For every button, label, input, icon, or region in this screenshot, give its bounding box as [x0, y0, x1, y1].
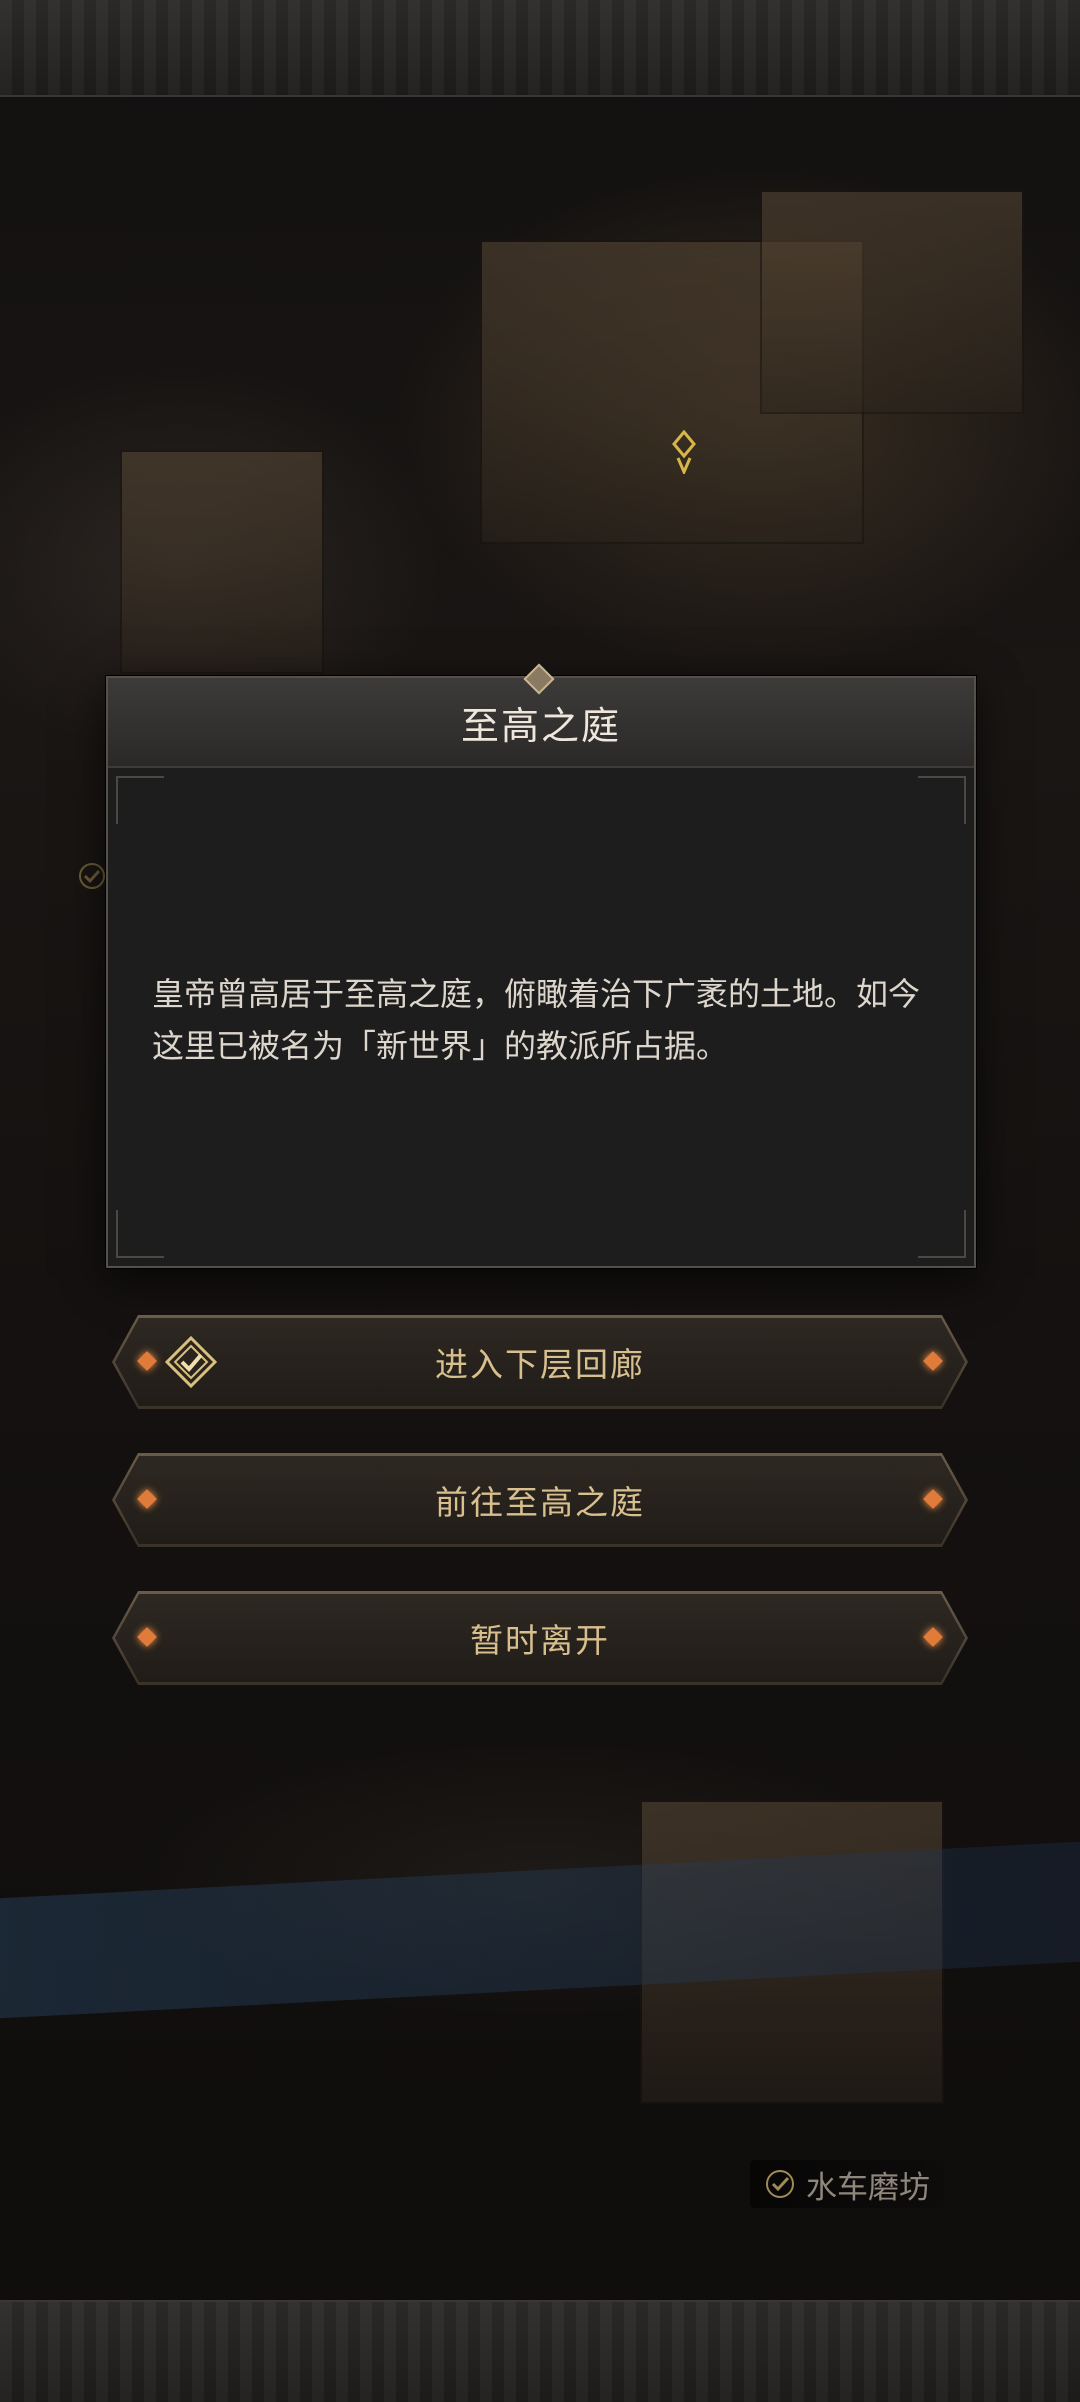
button-label: 暂时离开	[470, 1621, 610, 1660]
map-location-label[interactable]: 水车磨坊	[750, 2160, 944, 2208]
map-building	[120, 450, 324, 674]
map-building	[760, 190, 1024, 414]
button-inner: 前往至高之庭	[115, 1456, 965, 1544]
dialog-title: 至高之庭	[460, 703, 621, 748]
check-icon	[766, 2170, 794, 2198]
bottom-frame-bar	[0, 2300, 1080, 2402]
leave-temporarily-button[interactable]: 暂时离开	[112, 1591, 968, 1685]
location-marker-icon[interactable]	[672, 430, 696, 474]
ornament-corner	[918, 776, 966, 824]
button-inner: 暂时离开	[115, 1594, 965, 1682]
top-frame-bar	[0, 0, 1080, 97]
check-badge-icon	[164, 1335, 218, 1389]
go-to-supreme-court-button[interactable]: 前往至高之庭	[112, 1453, 968, 1547]
location-dialog: 至高之庭 皇帝曾高居于至高之庭，俯瞰着治下广袤的土地。如今这里已被名为「新世界」…	[106, 663, 976, 1268]
button-label: 进入下层回廊	[435, 1345, 645, 1384]
button-inner: 进入下层回廊	[115, 1318, 965, 1406]
enter-lower-corridor-button[interactable]: 进入下层回廊	[112, 1315, 968, 1409]
button-label: 前往至高之庭	[435, 1483, 645, 1522]
dialog-description: 皇帝曾高居于至高之庭，俯瞰着治下广袤的土地。如今这里已被名为「新世界」的教派所占…	[152, 975, 921, 1065]
check-icon	[79, 863, 105, 889]
ornament-corner	[116, 776, 164, 824]
ornament-corner	[116, 1210, 164, 1258]
ornament-corner	[918, 1210, 966, 1258]
map-location-name: 水车磨坊	[806, 2169, 930, 2206]
